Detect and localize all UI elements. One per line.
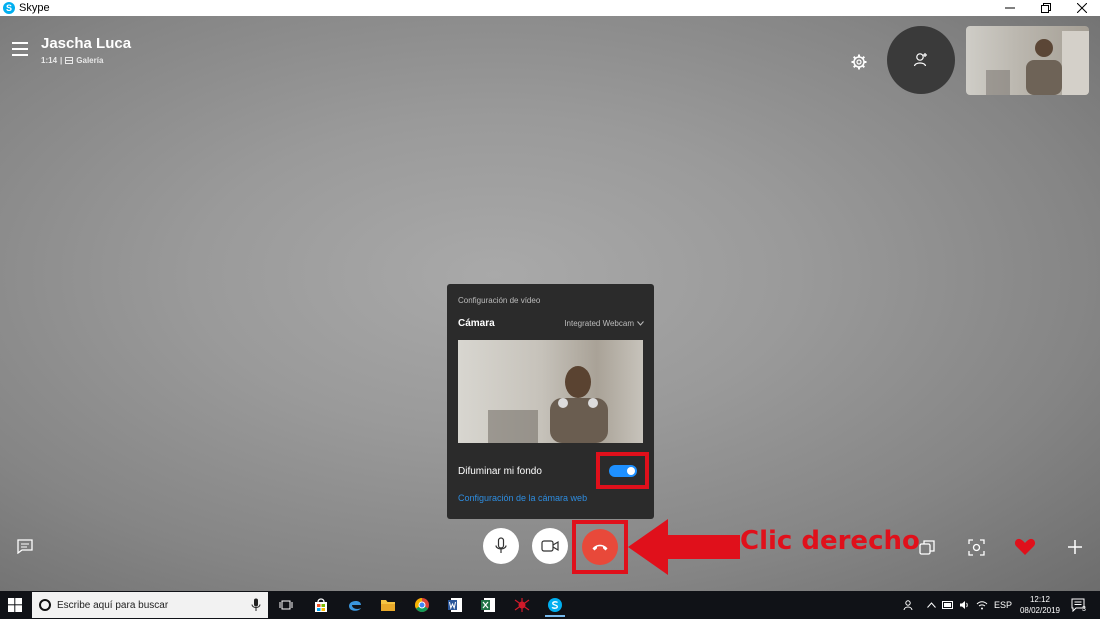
- self-video-preview[interactable]: [966, 26, 1089, 95]
- blur-background-toggle[interactable]: [608, 464, 637, 477]
- gallery-icon: [65, 57, 74, 64]
- restore-button[interactable]: [1028, 0, 1064, 16]
- taskbar-clock[interactable]: 12:12 08/02/2019: [1018, 594, 1062, 616]
- webcam-settings-link[interactable]: Configuración de la cámara web: [458, 493, 587, 503]
- annotation-highlight-box: [572, 520, 628, 574]
- plus-icon: [1068, 540, 1082, 554]
- notification-count-badge: 3: [1082, 605, 1086, 613]
- store-icon: [315, 598, 327, 612]
- system-tray: ESP: [903, 591, 1012, 619]
- excel-icon: [481, 598, 495, 612]
- microphone-button[interactable]: [483, 528, 519, 564]
- start-button[interactable]: [8, 598, 22, 612]
- window-controls: [992, 0, 1100, 16]
- window-titlebar: S Skype: [0, 0, 1100, 16]
- video-camera-icon: [541, 540, 559, 552]
- video-settings-panel: Configuración de vídeo Cámara Integrated…: [447, 284, 654, 519]
- language-indicator[interactable]: ESP: [994, 600, 1012, 610]
- volume-icon[interactable]: [959, 600, 970, 610]
- red-app-button[interactable]: [512, 595, 532, 615]
- hamburger-menu-button[interactable]: [12, 42, 28, 56]
- video-camera-button[interactable]: [532, 528, 568, 564]
- call-info: 1:14 | Galería: [41, 56, 103, 65]
- chat-button[interactable]: [16, 538, 34, 555]
- end-call-button[interactable]: [582, 529, 618, 565]
- clock-date: 08/02/2019: [1019, 606, 1061, 615]
- skype-icon: [548, 598, 562, 612]
- heart-icon: [1014, 538, 1036, 555]
- camera-select[interactable]: Integrated Webcam: [564, 319, 644, 328]
- file-explorer-button[interactable]: [378, 595, 398, 615]
- minimize-icon: [1005, 7, 1015, 9]
- multi-window-icon: [919, 540, 935, 555]
- annotation-highlight-box: [596, 452, 649, 489]
- window-title: Skype: [19, 2, 50, 14]
- hamburger-icon-line: [12, 54, 28, 56]
- switch-camera-button[interactable]: [916, 536, 938, 558]
- cortana-icon: [39, 599, 51, 611]
- chrome-app-button[interactable]: [412, 595, 432, 615]
- store-app-button[interactable]: [311, 595, 331, 615]
- annotation-arrow: [628, 519, 740, 575]
- task-view-button[interactable]: [276, 595, 296, 615]
- reactions-button[interactable]: [1014, 536, 1036, 558]
- minimize-button[interactable]: [992, 0, 1028, 16]
- add-participant-button[interactable]: [887, 26, 955, 94]
- wifi-icon[interactable]: [976, 600, 988, 610]
- snapshot-button[interactable]: [965, 536, 987, 558]
- microphone-icon: [495, 537, 507, 553]
- chevron-up-icon[interactable]: [927, 602, 936, 608]
- chevron-down-icon: [637, 321, 644, 326]
- chrome-browser-icon: [415, 598, 429, 612]
- chat-icon: [17, 539, 33, 555]
- edge-app-button[interactable]: [345, 595, 365, 615]
- add-person-icon: [913, 53, 927, 67]
- person-silhouette: [488, 366, 608, 443]
- hamburger-icon-line: [12, 48, 28, 50]
- toggle-knob: [626, 466, 635, 475]
- call-settings-button[interactable]: [849, 52, 869, 72]
- hang-up-icon: [592, 544, 608, 551]
- windows-logo-icon: [8, 598, 22, 612]
- skype-logo-icon: S: [3, 2, 15, 14]
- people-icon[interactable]: [903, 599, 915, 611]
- call-info-separator: |: [60, 56, 63, 65]
- microphone-icon: [251, 598, 261, 611]
- close-button[interactable]: [1064, 0, 1100, 16]
- spider-app-icon: [514, 598, 530, 612]
- task-view-icon: [279, 600, 293, 610]
- excel-app-button[interactable]: [478, 595, 498, 615]
- gear-icon: [851, 54, 867, 70]
- annotation-text: Clic derecho: [740, 526, 920, 556]
- more-options-button[interactable]: [1064, 536, 1086, 558]
- word-icon: [448, 598, 462, 612]
- call-duration: 1:14: [41, 56, 58, 65]
- camera-select-value: Integrated Webcam: [564, 319, 634, 328]
- clock-time: 12:12: [1029, 595, 1051, 604]
- taskbar-search-box[interactable]: Escribe aquí para buscar: [32, 592, 268, 618]
- notification-center-button[interactable]: 3: [1071, 591, 1086, 619]
- person-silhouette: [986, 31, 1089, 95]
- edge-browser-icon: [349, 600, 361, 611]
- camera-preview: [458, 340, 643, 443]
- windows-taskbar: Escribe aquí para buscar ESP 12:12 08/02…: [0, 591, 1100, 619]
- blur-background-label: Difuminar mi fondo: [458, 466, 542, 477]
- view-mode-label[interactable]: Galería: [76, 56, 103, 65]
- camera-label: Cámara: [458, 318, 495, 329]
- contact-name: Jascha Luca: [41, 35, 132, 52]
- skype-app-button[interactable]: [545, 595, 565, 617]
- snapshot-icon: [967, 538, 985, 556]
- video-settings-title: Configuración de vídeo: [458, 296, 541, 305]
- close-icon: [1077, 3, 1087, 13]
- hamburger-icon-line: [12, 42, 28, 44]
- restore-icon: [1041, 3, 1051, 13]
- word-app-button[interactable]: [445, 595, 465, 615]
- call-video-area: Jascha Luca 1:14 | Galería Configuración…: [0, 16, 1100, 591]
- folder-icon: [381, 600, 395, 611]
- battery-icon[interactable]: [942, 601, 954, 609]
- search-placeholder: Escribe aquí para buscar: [57, 599, 169, 611]
